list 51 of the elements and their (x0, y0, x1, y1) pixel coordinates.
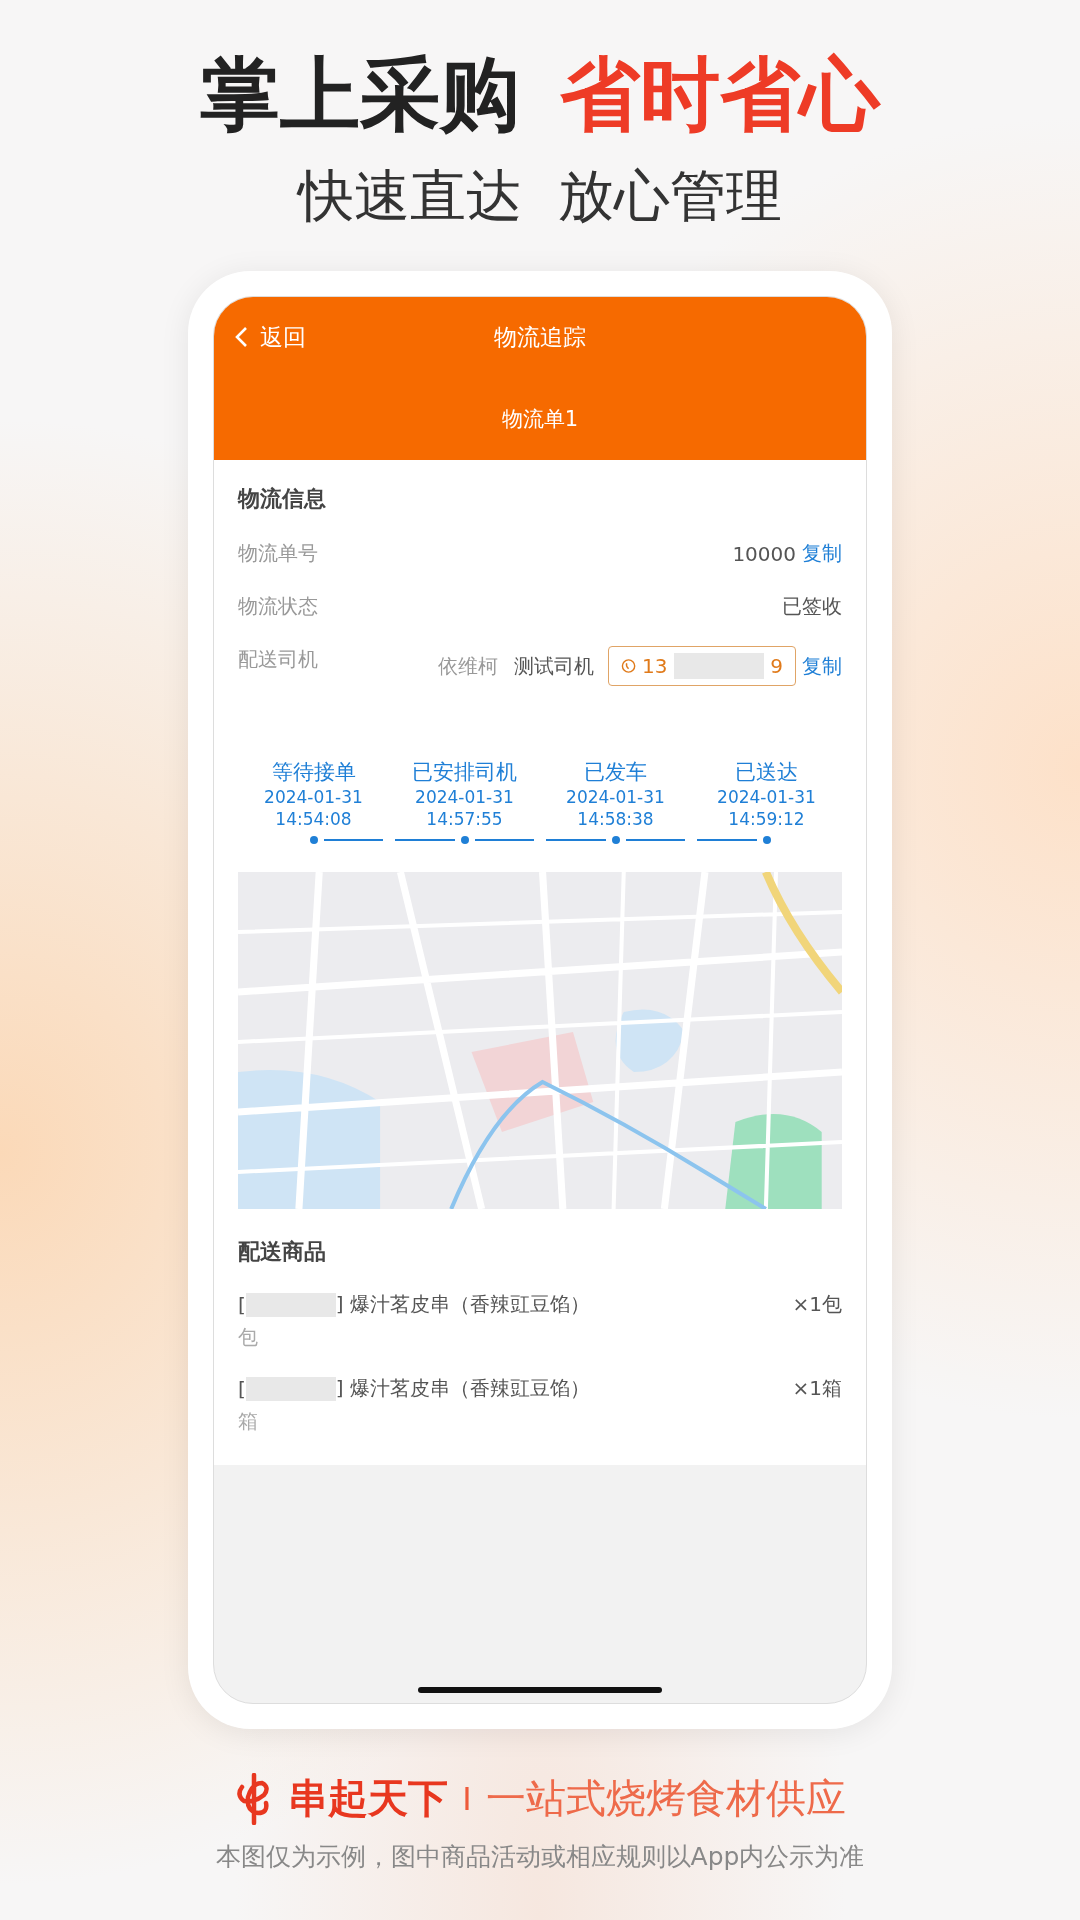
status-time: 14:59:12 (728, 808, 805, 830)
timeline-dot (762, 836, 771, 844)
section-heading: 物流信息 (238, 485, 327, 513)
headline-accent: 省时省心 (560, 47, 880, 143)
timeline-dot (460, 836, 469, 844)
field-value: 10000 (732, 541, 796, 566)
subheadline-text: 快速直达 (298, 162, 522, 230)
disclaimer-text: 本图仅为示例，图中商品活动或相应规则以App内公示为准 (215, 1841, 865, 1873)
separator-text: I (462, 1779, 472, 1818)
status-date: 2024-01-31 (415, 786, 514, 808)
quantity-text: ×1箱 (792, 1375, 842, 1402)
back-button[interactable]: 返回 (234, 321, 306, 353)
status-time: 14:58:38 (577, 808, 654, 830)
order-tab[interactable]: 物流单1 (501, 404, 579, 433)
status-date: 2024-01-31 (264, 786, 363, 808)
timeline-dot (611, 836, 620, 844)
phone-number-box[interactable]: 13 9 (608, 646, 796, 686)
status-time: 14:54:08 (275, 808, 352, 830)
status-label: 已送达 (735, 759, 798, 786)
subheadline-text: 放心管理 (558, 162, 782, 230)
timeline-dot (309, 836, 318, 844)
field-label: 物流单号 (238, 540, 318, 567)
field-value: 已签收 (782, 593, 842, 620)
page-title: 物流追踪 (494, 323, 586, 350)
quantity-text: ×1包 (792, 1291, 842, 1318)
status-date: 2024-01-31 (566, 786, 665, 808)
vehicle-text: 依维柯 (438, 652, 498, 680)
copy-link[interactable]: 复制 (802, 652, 842, 680)
phone-digits: 9 (770, 654, 783, 678)
driver-name: 测试司机 (514, 652, 594, 680)
section-heading: 配送商品 (238, 1238, 327, 1266)
product-name: ] 爆汁茗皮串（香辣豇豆馅） (335, 1291, 590, 1318)
slogan-text: 一站式烧烤食材供应 (485, 1774, 846, 1823)
status-label: 已安排司机 (412, 759, 517, 786)
status-label: 已发车 (584, 759, 647, 786)
field-label: 配送司机 (238, 646, 318, 673)
status-date: 2024-01-31 (717, 786, 816, 808)
brand-name: 串起天下 (288, 1774, 449, 1823)
phone-digits: 13 (642, 654, 668, 678)
headline-text: 掌上采购 (200, 47, 520, 143)
phone-icon (621, 658, 637, 674)
status-time: 14:57:55 (426, 808, 503, 830)
product-name: ] 爆汁茗皮串（香辣豇豆馅） (335, 1375, 590, 1402)
copy-link[interactable]: 复制 (802, 540, 842, 567)
back-chevron-icon (234, 326, 248, 348)
bracket-text: [ (238, 1292, 246, 1317)
unit-text: 包 (238, 1324, 259, 1351)
field-label: 物流状态 (238, 593, 318, 620)
status-label: 等待接单 (271, 759, 356, 786)
unit-text: 箱 (238, 1408, 259, 1435)
bracket-text: [ (238, 1376, 246, 1401)
